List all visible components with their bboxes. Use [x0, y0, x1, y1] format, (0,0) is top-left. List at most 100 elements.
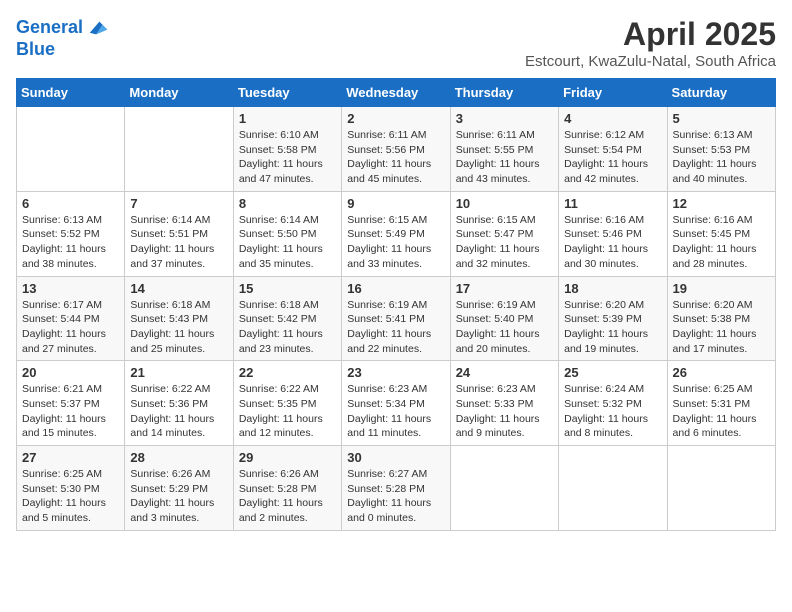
table-row: 9 Sunrise: 6:15 AMSunset: 5:49 PMDayligh…: [342, 191, 450, 276]
title-block: April 2025 Estcourt, KwaZulu-Natal, Sout…: [525, 16, 776, 70]
day-detail: Sunrise: 6:23 AMSunset: 5:33 PMDaylight:…: [456, 383, 540, 439]
day-number: 13: [22, 281, 119, 296]
table-row: 10 Sunrise: 6:15 AMSunset: 5:47 PMDaylig…: [450, 191, 558, 276]
table-row: 11 Sunrise: 6:16 AMSunset: 5:46 PMDaylig…: [559, 191, 667, 276]
table-row: 13 Sunrise: 6:17 AMSunset: 5:44 PMDaylig…: [17, 276, 125, 361]
day-number: 2: [347, 111, 444, 126]
table-row: 21 Sunrise: 6:22 AMSunset: 5:36 PMDaylig…: [125, 361, 233, 446]
calendar-table: SundayMondayTuesdayWednesdayThursdayFrid…: [16, 78, 776, 531]
table-row: 24 Sunrise: 6:23 AMSunset: 5:33 PMDaylig…: [450, 361, 558, 446]
main-title: April 2025: [525, 16, 776, 53]
logo-icon: [85, 16, 109, 40]
day-number: 12: [673, 196, 770, 211]
day-detail: Sunrise: 6:21 AMSunset: 5:37 PMDaylight:…: [22, 383, 106, 439]
day-number: 10: [456, 196, 553, 211]
table-row: 18 Sunrise: 6:20 AMSunset: 5:39 PMDaylig…: [559, 276, 667, 361]
day-number: 24: [456, 365, 553, 380]
table-row: [450, 446, 558, 531]
day-detail: Sunrise: 6:25 AMSunset: 5:31 PMDaylight:…: [673, 383, 757, 439]
day-number: 26: [673, 365, 770, 380]
day-number: 19: [673, 281, 770, 296]
calendar-week-4: 20 Sunrise: 6:21 AMSunset: 5:37 PMDaylig…: [17, 361, 776, 446]
table-row: [125, 107, 233, 192]
day-number: 9: [347, 196, 444, 211]
logo-text-blue: Blue: [16, 40, 109, 60]
col-header-sunday: Sunday: [17, 79, 125, 107]
table-row: 22 Sunrise: 6:22 AMSunset: 5:35 PMDaylig…: [233, 361, 341, 446]
col-header-saturday: Saturday: [667, 79, 775, 107]
page-header: General Blue April 2025 Estcourt, KwaZul…: [16, 16, 776, 70]
day-number: 14: [130, 281, 227, 296]
day-detail: Sunrise: 6:26 AMSunset: 5:29 PMDaylight:…: [130, 468, 214, 524]
table-row: 20 Sunrise: 6:21 AMSunset: 5:37 PMDaylig…: [17, 361, 125, 446]
day-number: 3: [456, 111, 553, 126]
day-detail: Sunrise: 6:24 AMSunset: 5:32 PMDaylight:…: [564, 383, 648, 439]
day-number: 25: [564, 365, 661, 380]
day-number: 7: [130, 196, 227, 211]
day-detail: Sunrise: 6:27 AMSunset: 5:28 PMDaylight:…: [347, 468, 431, 524]
table-row: 16 Sunrise: 6:19 AMSunset: 5:41 PMDaylig…: [342, 276, 450, 361]
day-number: 30: [347, 450, 444, 465]
day-number: 16: [347, 281, 444, 296]
day-detail: Sunrise: 6:16 AMSunset: 5:45 PMDaylight:…: [673, 214, 757, 270]
day-number: 1: [239, 111, 336, 126]
calendar-week-1: 1 Sunrise: 6:10 AMSunset: 5:58 PMDayligh…: [17, 107, 776, 192]
day-detail: Sunrise: 6:11 AMSunset: 5:55 PMDaylight:…: [456, 129, 540, 185]
table-row: 2 Sunrise: 6:11 AMSunset: 5:56 PMDayligh…: [342, 107, 450, 192]
day-number: 11: [564, 196, 661, 211]
day-detail: Sunrise: 6:19 AMSunset: 5:40 PMDaylight:…: [456, 299, 540, 355]
table-row: 23 Sunrise: 6:23 AMSunset: 5:34 PMDaylig…: [342, 361, 450, 446]
table-row: 7 Sunrise: 6:14 AMSunset: 5:51 PMDayligh…: [125, 191, 233, 276]
day-detail: Sunrise: 6:20 AMSunset: 5:38 PMDaylight:…: [673, 299, 757, 355]
col-header-monday: Monday: [125, 79, 233, 107]
day-number: 5: [673, 111, 770, 126]
col-header-tuesday: Tuesday: [233, 79, 341, 107]
day-detail: Sunrise: 6:15 AMSunset: 5:47 PMDaylight:…: [456, 214, 540, 270]
day-detail: Sunrise: 6:20 AMSunset: 5:39 PMDaylight:…: [564, 299, 648, 355]
table-row: 4 Sunrise: 6:12 AMSunset: 5:54 PMDayligh…: [559, 107, 667, 192]
col-header-wednesday: Wednesday: [342, 79, 450, 107]
day-detail: Sunrise: 6:14 AMSunset: 5:51 PMDaylight:…: [130, 214, 214, 270]
day-detail: Sunrise: 6:14 AMSunset: 5:50 PMDaylight:…: [239, 214, 323, 270]
day-detail: Sunrise: 6:23 AMSunset: 5:34 PMDaylight:…: [347, 383, 431, 439]
day-number: 18: [564, 281, 661, 296]
day-detail: Sunrise: 6:11 AMSunset: 5:56 PMDaylight:…: [347, 129, 431, 185]
day-number: 20: [22, 365, 119, 380]
day-number: 27: [22, 450, 119, 465]
day-number: 8: [239, 196, 336, 211]
day-detail: Sunrise: 6:13 AMSunset: 5:53 PMDaylight:…: [673, 129, 757, 185]
calendar-week-3: 13 Sunrise: 6:17 AMSunset: 5:44 PMDaylig…: [17, 276, 776, 361]
day-detail: Sunrise: 6:12 AMSunset: 5:54 PMDaylight:…: [564, 129, 648, 185]
table-row: 14 Sunrise: 6:18 AMSunset: 5:43 PMDaylig…: [125, 276, 233, 361]
table-row: [17, 107, 125, 192]
table-row: 26 Sunrise: 6:25 AMSunset: 5:31 PMDaylig…: [667, 361, 775, 446]
day-number: 6: [22, 196, 119, 211]
day-number: 21: [130, 365, 227, 380]
day-detail: Sunrise: 6:18 AMSunset: 5:43 PMDaylight:…: [130, 299, 214, 355]
table-row: 6 Sunrise: 6:13 AMSunset: 5:52 PMDayligh…: [17, 191, 125, 276]
logo-text: General: [16, 18, 83, 38]
col-header-friday: Friday: [559, 79, 667, 107]
table-row: 3 Sunrise: 6:11 AMSunset: 5:55 PMDayligh…: [450, 107, 558, 192]
day-detail: Sunrise: 6:18 AMSunset: 5:42 PMDaylight:…: [239, 299, 323, 355]
day-detail: Sunrise: 6:26 AMSunset: 5:28 PMDaylight:…: [239, 468, 323, 524]
day-number: 4: [564, 111, 661, 126]
table-row: 15 Sunrise: 6:18 AMSunset: 5:42 PMDaylig…: [233, 276, 341, 361]
calendar-week-5: 27 Sunrise: 6:25 AMSunset: 5:30 PMDaylig…: [17, 446, 776, 531]
day-detail: Sunrise: 6:16 AMSunset: 5:46 PMDaylight:…: [564, 214, 648, 270]
day-detail: Sunrise: 6:19 AMSunset: 5:41 PMDaylight:…: [347, 299, 431, 355]
table-row: [559, 446, 667, 531]
day-detail: Sunrise: 6:15 AMSunset: 5:49 PMDaylight:…: [347, 214, 431, 270]
table-row: 29 Sunrise: 6:26 AMSunset: 5:28 PMDaylig…: [233, 446, 341, 531]
day-detail: Sunrise: 6:10 AMSunset: 5:58 PMDaylight:…: [239, 129, 323, 185]
day-number: 23: [347, 365, 444, 380]
table-row: 1 Sunrise: 6:10 AMSunset: 5:58 PMDayligh…: [233, 107, 341, 192]
table-row: [667, 446, 775, 531]
table-row: 17 Sunrise: 6:19 AMSunset: 5:40 PMDaylig…: [450, 276, 558, 361]
table-row: 30 Sunrise: 6:27 AMSunset: 5:28 PMDaylig…: [342, 446, 450, 531]
table-row: 28 Sunrise: 6:26 AMSunset: 5:29 PMDaylig…: [125, 446, 233, 531]
day-number: 29: [239, 450, 336, 465]
day-number: 22: [239, 365, 336, 380]
table-row: 19 Sunrise: 6:20 AMSunset: 5:38 PMDaylig…: [667, 276, 775, 361]
day-number: 15: [239, 281, 336, 296]
